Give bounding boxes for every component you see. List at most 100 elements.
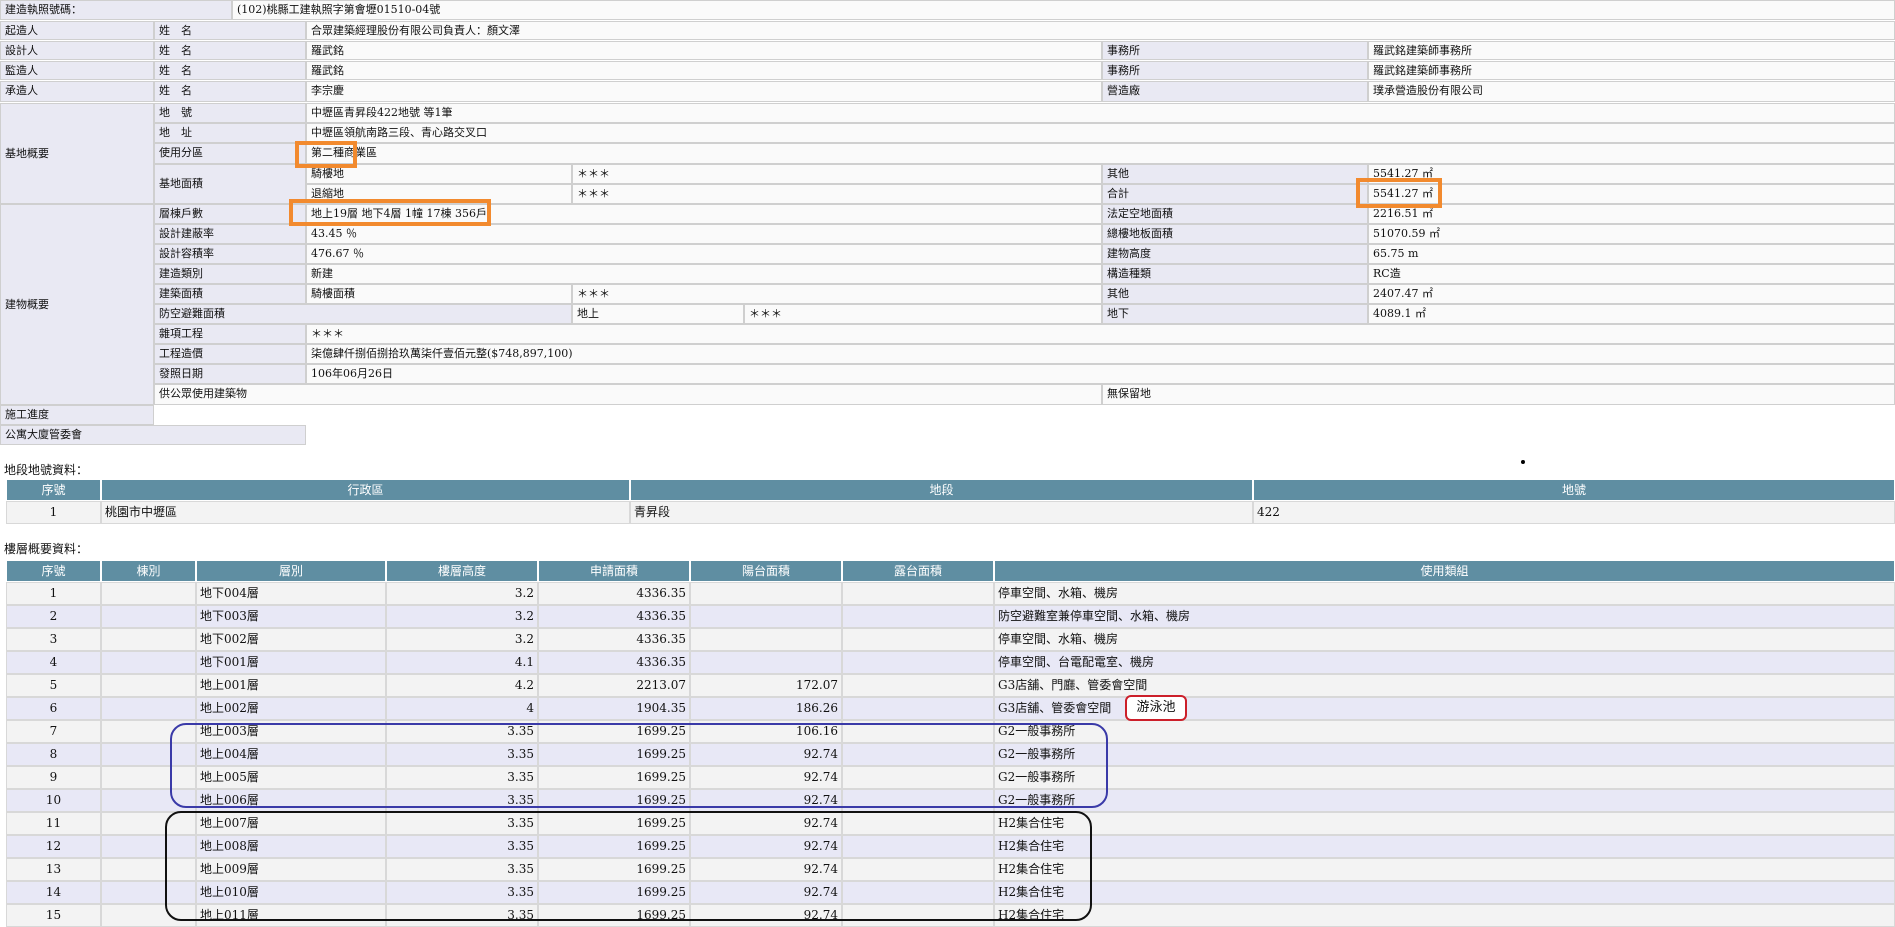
site-setback: ＊＊＊ xyxy=(572,184,1102,204)
floor-cell-level: 地下002層 xyxy=(196,628,386,651)
site-section-label: 基地概要 xyxy=(0,103,154,204)
floor-cell-height: 4 xyxy=(386,697,538,720)
floor-cell-no: 4 xyxy=(6,651,101,674)
floor-cell-height: 3.35 xyxy=(386,904,538,927)
floor-cell-no: 1 xyxy=(6,582,101,605)
floors-value: 地上19層 地下4層 1幢 17棟 356戶 xyxy=(306,204,1102,224)
floor-cell-terrace xyxy=(842,582,994,605)
floor-cell-no: 13 xyxy=(6,858,101,881)
floor-cell-usage: G3店舖、門廳、管委會空間 xyxy=(994,674,1895,697)
site-arcade-label: 騎樓地 xyxy=(306,164,572,184)
designer-name: 羅武銘 xyxy=(306,41,1102,60)
floor-cell-height: 3.35 xyxy=(386,743,538,766)
floor-cell-no: 3 xyxy=(6,628,101,651)
building-other-label: 其他 xyxy=(1102,284,1368,304)
floor-cell-no: 5 xyxy=(6,674,101,697)
floor-col-level: 層別 xyxy=(196,560,386,582)
floor-cell-balcony xyxy=(690,651,842,674)
floor-cell-balcony: 92.74 xyxy=(690,766,842,789)
site-arcade: ＊＊＊ xyxy=(572,164,1102,184)
floor-cell-level: 地上005層 xyxy=(196,766,386,789)
builder-role: 起造人 xyxy=(0,21,154,40)
floor-cell-usage: 停車空間、水箱、機房 xyxy=(994,628,1895,651)
floor-cell-usage: G2一般事務所 xyxy=(994,766,1895,789)
floor-cell-balcony: 92.74 xyxy=(690,789,842,812)
floor-cell-level: 地上004層 xyxy=(196,743,386,766)
floor-cell-usage: G2一般事務所 xyxy=(994,743,1895,766)
supervisor-name-label: 姓 名 xyxy=(154,61,306,80)
floor-cell-height: 3.2 xyxy=(386,605,538,628)
floor-cell-height: 3.35 xyxy=(386,812,538,835)
designer-office: 羅武銘建築師事務所 xyxy=(1368,41,1895,60)
total-floor-value: 51070.59 ㎡ xyxy=(1368,224,1895,244)
floor-cell-usage: H2集合住宅 xyxy=(994,835,1895,858)
floor-cell-no: 11 xyxy=(6,812,101,835)
land-col-lot: 地號 xyxy=(1253,479,1895,501)
site-zoning-label: 使用分區 xyxy=(154,143,306,164)
floor-cell-area: 1699.25 xyxy=(538,743,690,766)
floor-cell-terrace xyxy=(842,766,994,789)
shelter-above-label: 地上 xyxy=(572,304,744,324)
arcade-area-value: ＊＊＊ xyxy=(572,284,1102,304)
site-total: 5541.27 ㎡ xyxy=(1368,184,1895,204)
site-total-label: 合計 xyxy=(1102,184,1368,204)
floor-cell-no: 10 xyxy=(6,789,101,812)
floor-cell-terrace xyxy=(842,835,994,858)
floor-cell-area: 2213.07 xyxy=(538,674,690,697)
floor-cell-level: 地上008層 xyxy=(196,835,386,858)
license-label: 建造執照號碼： xyxy=(0,0,232,20)
floor-col-balcony: 陽台面積 xyxy=(690,560,842,582)
floor-cell-terrace xyxy=(842,720,994,743)
floor-cell-level: 地上009層 xyxy=(196,858,386,881)
shelter-label: 防空避難面積 xyxy=(154,304,572,324)
floor-col-no: 序號 xyxy=(6,560,101,582)
floor-cell-balcony: 92.74 xyxy=(690,858,842,881)
floor-col-building: 棟別 xyxy=(101,560,196,582)
land-cell-no: 1 xyxy=(6,501,101,524)
floor-cell-balcony: 92.74 xyxy=(690,835,842,858)
floor-cell-terrace xyxy=(842,743,994,766)
floor-cell-no: 14 xyxy=(6,881,101,904)
floor-cell-area: 4336.35 xyxy=(538,582,690,605)
floor-cell-balcony: 92.74 xyxy=(690,743,842,766)
floor-cell-building xyxy=(101,697,196,720)
floor-cell-level: 地下001層 xyxy=(196,651,386,674)
floor-section-title: 樓層概要資料： xyxy=(4,542,89,556)
build-area-label: 建築面積 xyxy=(154,284,306,304)
floor-cell-terrace xyxy=(842,697,994,720)
floor-cell-level: 地下004層 xyxy=(196,582,386,605)
floor-cell-terrace xyxy=(842,605,994,628)
contractor-role: 承造人 xyxy=(0,81,154,102)
floor-cell-terrace xyxy=(842,904,994,927)
floor-cell-area: 1699.25 xyxy=(538,812,690,835)
floor-cell-level: 地下003層 xyxy=(196,605,386,628)
floor-cell-usage: 防空避難室兼停車空間、水箱、機房 xyxy=(994,605,1895,628)
floor-cell-terrace xyxy=(842,674,994,697)
floor-cell-no: 6 xyxy=(6,697,101,720)
floor-cell-area: 1699.25 xyxy=(538,766,690,789)
floor-cell-balcony: 92.74 xyxy=(690,904,842,927)
open-space-value: 2216.51 ㎡ xyxy=(1368,204,1895,224)
floor-cell-no: 8 xyxy=(6,743,101,766)
floor-cell-terrace xyxy=(842,881,994,904)
dot-mark xyxy=(1521,460,1525,464)
supervisor-office: 羅武銘建築師事務所 xyxy=(1368,61,1895,80)
license-number: (102)桃縣工建執照字第會壢01510-04號 xyxy=(232,0,1895,20)
floor-cell-terrace xyxy=(842,628,994,651)
floor-cell-height: 4.2 xyxy=(386,674,538,697)
floor-cell-balcony xyxy=(690,628,842,651)
progress-label: 施工進度 xyxy=(0,405,154,425)
floor-cell-building xyxy=(101,605,196,628)
floor-cell-area: 4336.35 xyxy=(538,651,690,674)
floor-cell-usage: G3店舖、管委會空間 xyxy=(994,697,1895,720)
floor-cell-level: 地上003層 xyxy=(196,720,386,743)
shelter-above-value: ＊＊＊ xyxy=(744,304,1102,324)
land-section-title: 地段地號資料： xyxy=(4,463,89,477)
floor-cell-balcony: 106.16 xyxy=(690,720,842,743)
floor-cell-no: 9 xyxy=(6,766,101,789)
floor-cell-area: 1699.25 xyxy=(538,858,690,881)
contractor-name-label: 姓 名 xyxy=(154,81,306,102)
floor-cell-area: 1699.25 xyxy=(538,904,690,927)
builder-name-label: 姓 名 xyxy=(154,21,306,40)
total-floor-label: 總樓地板面積 xyxy=(1102,224,1368,244)
